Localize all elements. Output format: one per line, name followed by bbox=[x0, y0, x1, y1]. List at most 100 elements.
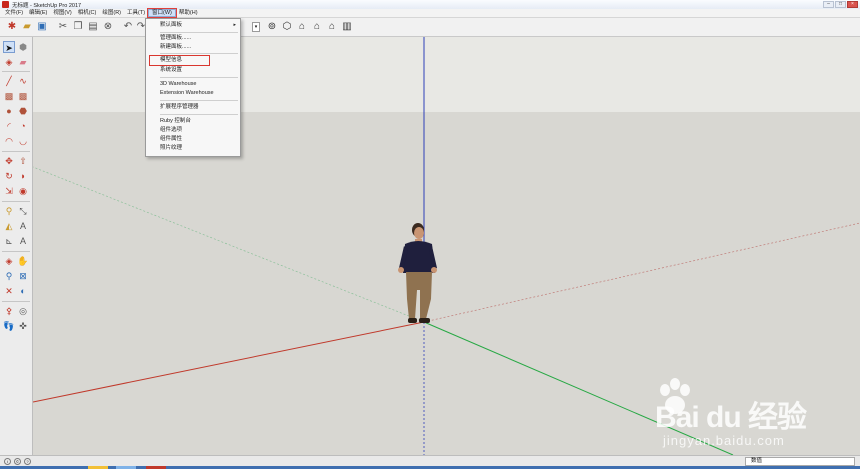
palette-separator bbox=[2, 71, 30, 72]
credits-icon[interactable]: © bbox=[14, 458, 21, 465]
menu-window[interactable]: 窗口(W) bbox=[147, 8, 177, 18]
pie-icon[interactable]: ◔ bbox=[17, 120, 29, 132]
front-view-icon[interactable]: ⌂ bbox=[311, 21, 323, 33]
baidu-watermark: Bai du 经验 jingyan.baidu.com bbox=[655, 378, 855, 453]
menu-item-label: 默认面板 bbox=[160, 22, 183, 28]
menu-item-ruby-console[interactable]: Ruby 控制台 bbox=[146, 117, 240, 126]
tape-measure-icon[interactable]: ⚲ bbox=[3, 205, 15, 217]
palette-separator bbox=[2, 151, 30, 152]
polygon-icon[interactable]: ⬣ bbox=[17, 105, 29, 117]
text-icon[interactable]: A bbox=[17, 220, 29, 232]
section-plane-icon[interactable]: ✜ bbox=[17, 320, 29, 332]
window-title: 无标题 - SketchUp Pro 2017 bbox=[12, 2, 82, 9]
minimize-button[interactable]: – bbox=[823, 1, 834, 8]
menu-separator bbox=[160, 100, 238, 101]
menu-help[interactable]: 帮助(H) bbox=[176, 9, 201, 17]
title-bar: 无标题 - SketchUp Pro 2017 – □ × bbox=[0, 0, 860, 9]
right-view-icon[interactable]: ⌂ bbox=[326, 21, 338, 33]
paint-bucket-icon[interactable]: ◈ bbox=[3, 56, 15, 68]
rectangle-icon[interactable]: ▩ bbox=[3, 90, 15, 102]
dimension-icon[interactable]: ⤡ bbox=[17, 205, 29, 217]
eraser-icon[interactable]: ▰ bbox=[17, 56, 29, 68]
palette-separator bbox=[2, 301, 30, 302]
status-bar: i © ? 数值 bbox=[0, 455, 860, 469]
zoom-window-icon[interactable]: ⊠ bbox=[17, 270, 29, 282]
menu-camera[interactable]: 相机(C) bbox=[75, 9, 100, 17]
orbit-icon[interactable]: ◈ bbox=[3, 255, 15, 267]
scale-icon[interactable]: ⇲ bbox=[3, 185, 15, 197]
menu-item-component-attributes[interactable]: 组件属性 bbox=[146, 135, 240, 144]
menu-separator bbox=[160, 53, 238, 54]
menu-item-default-tray[interactable]: 默认面板 ▸ bbox=[146, 21, 240, 30]
copy-icon[interactable]: ❐ bbox=[72, 21, 84, 33]
measurements-label: 数值 bbox=[751, 458, 763, 464]
follow-me-icon[interactable]: ◗ bbox=[17, 170, 29, 182]
iso-view-icon[interactable]: ⬡ bbox=[281, 21, 293, 33]
geo-location-icon[interactable]: i bbox=[4, 458, 11, 465]
walk-icon[interactable]: 👣 bbox=[3, 320, 15, 332]
menu-item-extension-warehouse[interactable]: Extension Warehouse bbox=[146, 89, 240, 98]
menu-separator bbox=[160, 32, 238, 33]
erase-icon[interactable]: ⊗ bbox=[102, 21, 114, 33]
menu-separator bbox=[160, 77, 238, 78]
open-icon[interactable]: ▰ bbox=[21, 21, 33, 33]
cut-icon[interactable]: ✂ bbox=[57, 21, 69, 33]
zoom-extents-icon[interactable]: ✕ bbox=[3, 285, 15, 297]
top-view-icon[interactable]: ⌂ bbox=[296, 21, 308, 33]
line-icon[interactable]: ╱ bbox=[3, 75, 15, 87]
submenu-arrow-icon: ▸ bbox=[233, 22, 236, 28]
menu-bar: 文件(F) 编辑(E) 视图(V) 相机(C) 绘图(R) 工具(T) 窗口(W… bbox=[0, 8, 860, 18]
window-menu-dropdown: 默认面板 ▸ 管理面板...... 新建面板...... 模型信息 系统设置 3… bbox=[145, 18, 241, 157]
toolbar-dropdown-icon[interactable]: ▾ bbox=[252, 22, 260, 32]
menu-item-photo-textures[interactable]: 照片纹理 bbox=[146, 144, 240, 153]
3d-text-icon[interactable]: A bbox=[17, 235, 29, 247]
arc-icon[interactable]: ◜ bbox=[3, 120, 15, 132]
select-icon[interactable]: ➤ bbox=[3, 41, 15, 53]
paste-icon[interactable]: ▤ bbox=[87, 21, 99, 33]
close-button[interactable]: × bbox=[847, 1, 858, 8]
undo-icon[interactable]: ↶ bbox=[122, 21, 134, 33]
menu-edit[interactable]: 编辑(E) bbox=[26, 9, 50, 17]
menu-tools[interactable]: 工具(T) bbox=[124, 9, 148, 17]
two-point-arc-icon[interactable]: ◠ bbox=[3, 135, 15, 147]
baidu-paw-icon bbox=[660, 378, 690, 414]
position-camera-icon[interactable]: ⚴ bbox=[3, 305, 15, 317]
sketchup-window: 无标题 - SketchUp Pro 2017 – □ × 文件(F) 编辑(E… bbox=[0, 0, 860, 469]
make-component-icon[interactable]: ⬢ bbox=[17, 41, 29, 53]
menu-view[interactable]: 视图(V) bbox=[50, 9, 74, 17]
offset-icon[interactable]: ◉ bbox=[17, 185, 29, 197]
orbit-icon[interactable]: ⊚ bbox=[266, 21, 278, 33]
back-view-icon[interactable]: ▥ bbox=[341, 21, 353, 33]
tool-palette: ➤ ⬢ ◈ ▰ ╱ ∿ ▩ ▩ ● ⬣ ◜ ◔ ◠ ◡ ✥ ⇧ ↻ ◗ ⇲ ◉ … bbox=[0, 37, 33, 455]
circle-icon[interactable]: ● bbox=[3, 105, 15, 117]
maximize-button[interactable]: □ bbox=[835, 1, 846, 8]
menu-file[interactable]: 文件(F) bbox=[2, 9, 26, 17]
menu-item-component-options[interactable]: 组件选项 bbox=[146, 126, 240, 135]
push-pull-icon[interactable]: ⇧ bbox=[17, 155, 29, 167]
freehand-icon[interactable]: ∿ bbox=[17, 75, 29, 87]
menu-draw[interactable]: 绘图(R) bbox=[99, 9, 124, 17]
new-icon[interactable]: ✱ bbox=[6, 21, 18, 33]
palette-separator bbox=[2, 251, 30, 252]
zoom-icon[interactable]: ⚲ bbox=[3, 270, 15, 282]
menu-item-3d-warehouse[interactable]: 3D Warehouse bbox=[146, 80, 240, 89]
previous-icon[interactable]: ◐ bbox=[17, 285, 29, 297]
axes-icon[interactable]: ⊾ bbox=[3, 235, 15, 247]
menu-item-extension-manager[interactable]: 扩展程序管理器 bbox=[146, 103, 240, 112]
three-point-arc-icon[interactable]: ◡ bbox=[17, 135, 29, 147]
main-toolbar: ✱ ▰ ▣ ✂ ❐ ▤ ⊗ ↶ ↷ ▾ ⊚ ⬡ ⌂ ⌂ ⌂ ▥ bbox=[0, 18, 860, 37]
look-around-icon[interactable]: ◎ bbox=[17, 305, 29, 317]
user-icon[interactable]: ? bbox=[24, 458, 31, 465]
menu-item-new-tray[interactable]: 新建面板...... bbox=[146, 43, 240, 52]
measurements-box[interactable]: 数值 bbox=[745, 457, 855, 466]
move-icon[interactable]: ✥ bbox=[3, 155, 15, 167]
menu-item-manage-trays[interactable]: 管理面板...... bbox=[146, 34, 240, 43]
rotated-rectangle-icon[interactable]: ▩ bbox=[17, 90, 29, 102]
protractor-icon[interactable]: ◭ bbox=[3, 220, 15, 232]
window-controls: – □ × bbox=[823, 1, 858, 8]
menu-item-preferences[interactable]: 系统设置 bbox=[146, 66, 240, 75]
save-icon[interactable]: ▣ bbox=[36, 21, 48, 33]
menu-item-model-info[interactable]: 模型信息 bbox=[149, 55, 210, 66]
rotate-icon[interactable]: ↻ bbox=[3, 170, 15, 182]
pan-icon[interactable]: ✋ bbox=[17, 255, 29, 267]
